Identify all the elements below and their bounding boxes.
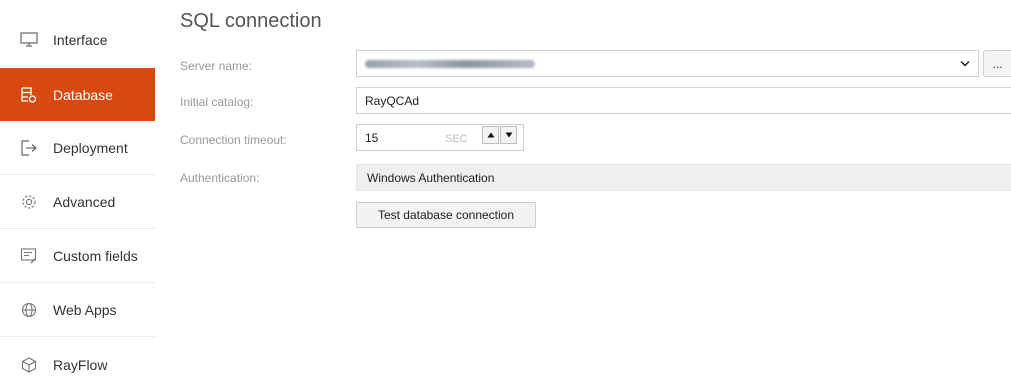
sidebar: Interface Database Deployment Advanced C… xyxy=(0,0,155,388)
sidebar-item-label: RayFlow xyxy=(53,356,108,373)
custom-fields-icon xyxy=(20,247,38,265)
server-name-select[interactable] xyxy=(356,50,979,77)
globe-icon xyxy=(20,301,38,319)
sidebar-item-deployment[interactable]: Deployment xyxy=(0,122,155,175)
browse-server-button[interactable]: ... xyxy=(983,50,1011,77)
sidebar-item-label: Database xyxy=(53,86,113,103)
sidebar-item-label: Deployment xyxy=(53,140,128,156)
sidebar-item-advanced[interactable]: Advanced xyxy=(0,176,155,229)
sidebar-item-database[interactable]: Database xyxy=(0,68,155,121)
initial-catalog-value: RayQCAd xyxy=(365,93,420,108)
caret-up-icon xyxy=(487,132,494,138)
monitor-icon xyxy=(20,31,38,49)
sidebar-item-label: Web Apps xyxy=(53,302,117,318)
cube-icon xyxy=(20,356,38,374)
chevron-down-icon xyxy=(960,51,970,76)
timeout-increment-button[interactable] xyxy=(482,126,499,144)
timeout-unit-label: SEC xyxy=(445,133,468,145)
sidebar-item-rayflow[interactable]: RayFlow xyxy=(0,338,155,391)
connection-timeout-value: 15 xyxy=(365,130,379,145)
connection-timeout-label: Connection timeout: xyxy=(180,133,287,147)
test-connection-button[interactable]: Test database connection xyxy=(356,202,536,228)
initial-catalog-input[interactable]: RayQCAd xyxy=(356,87,1011,114)
deployment-icon xyxy=(20,139,38,157)
authentication-select[interactable]: Windows Authentication xyxy=(356,164,1011,191)
authentication-label: Authentication: xyxy=(180,171,260,185)
sidebar-item-custom-fields[interactable]: Custom fields xyxy=(0,230,155,283)
database-icon xyxy=(20,86,38,104)
sidebar-item-web-apps[interactable]: Web Apps xyxy=(0,284,155,337)
server-name-label: Server name: xyxy=(180,59,253,73)
sidebar-item-label: Custom fields xyxy=(53,248,138,264)
authentication-value: Windows Authentication xyxy=(367,170,495,185)
page-title: SQL connection xyxy=(180,10,322,32)
gear-icon xyxy=(20,193,38,211)
sidebar-item-label: Advanced xyxy=(53,194,116,210)
caret-down-icon xyxy=(505,132,512,138)
server-name-value-redacted xyxy=(365,59,535,68)
initial-catalog-label: Initial catalog: xyxy=(180,95,254,109)
sidebar-item-interface[interactable]: Interface xyxy=(0,14,155,67)
timeout-decrement-button[interactable] xyxy=(500,126,517,144)
sidebar-item-label: Interface xyxy=(53,32,108,48)
